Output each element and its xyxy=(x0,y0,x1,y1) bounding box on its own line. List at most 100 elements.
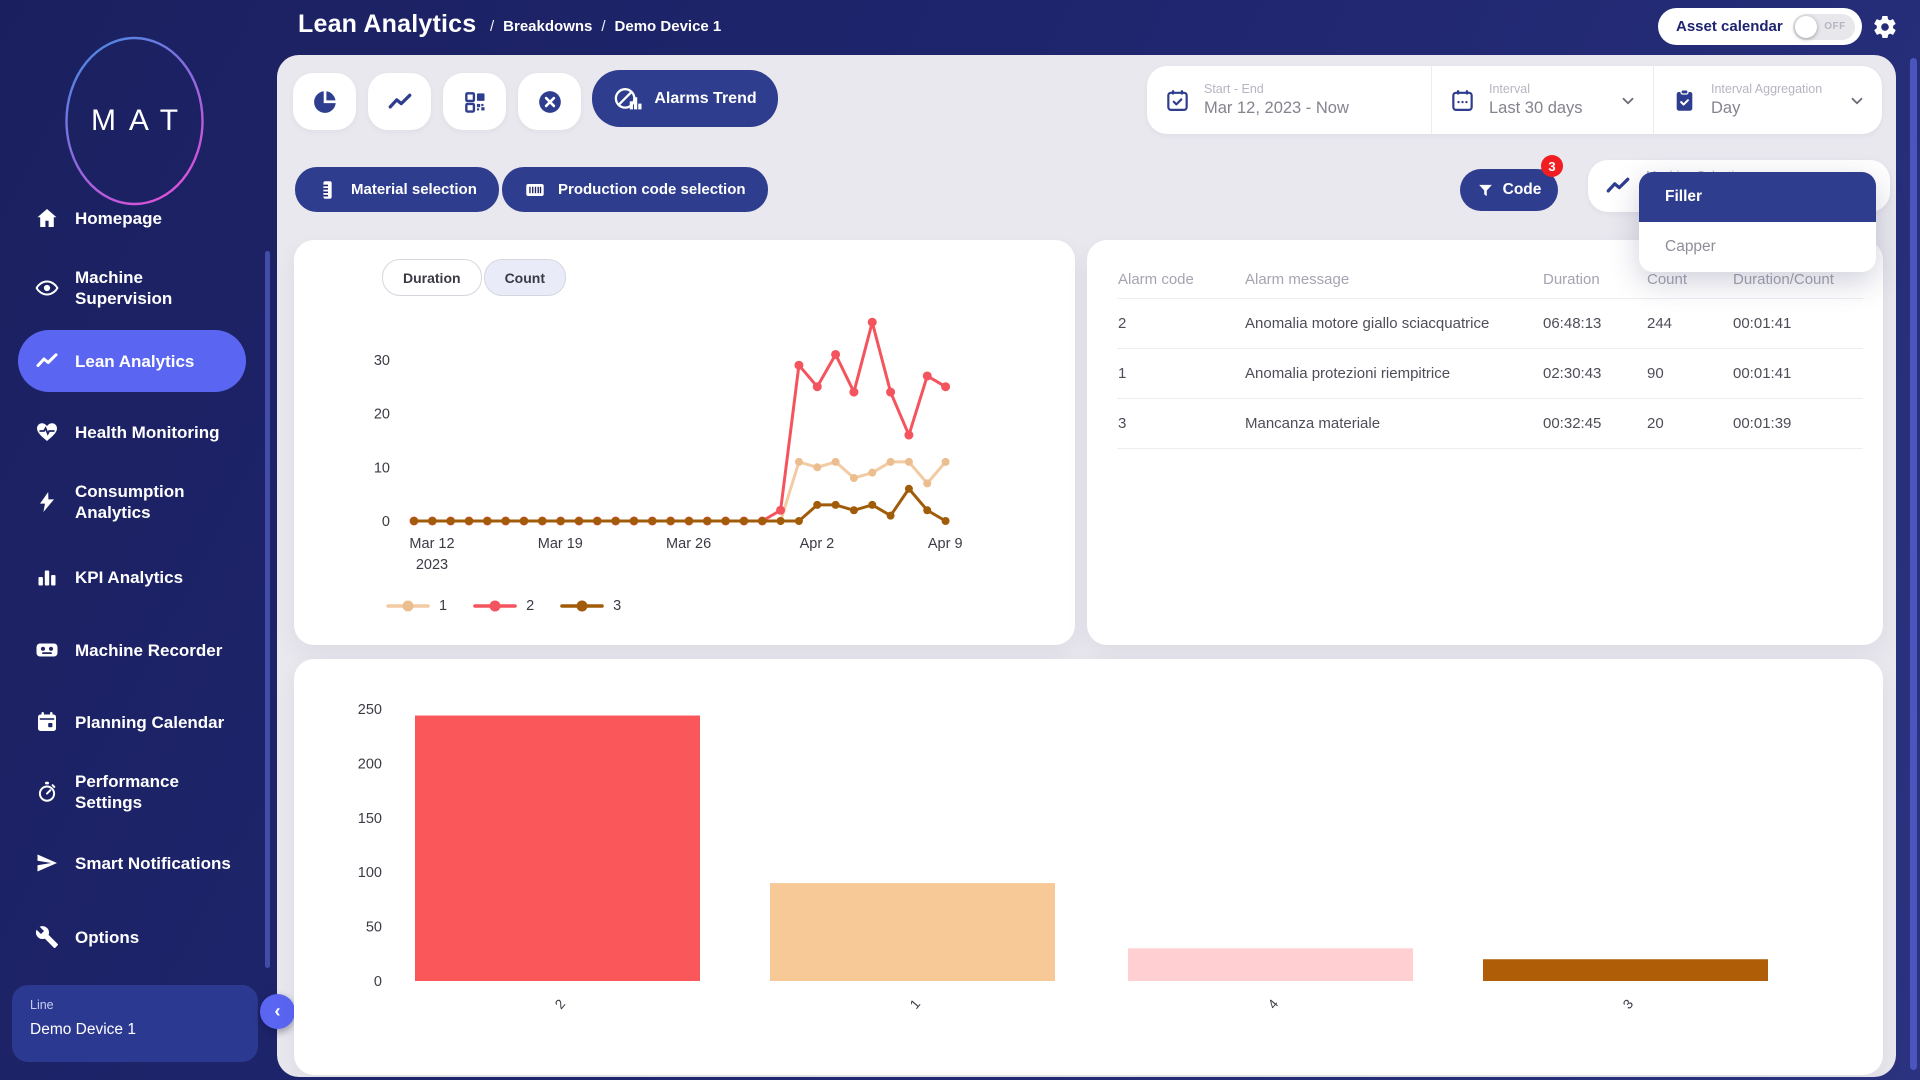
table-cell: 1 xyxy=(1117,349,1244,399)
table-cell: Mancanza materiale xyxy=(1244,399,1542,449)
pie-chart-view-button[interactable] xyxy=(293,73,356,130)
dropdown-option-filler[interactable]: Filler xyxy=(1639,172,1876,222)
sidebar-item-label: Machine Supervision xyxy=(75,267,233,309)
table-row: 3Mancanza materiale00:32:452000:01:39 xyxy=(1117,399,1863,449)
svg-text:2: 2 xyxy=(552,996,568,1011)
alarms-trend-button[interactable]: Alarms Trend xyxy=(592,70,778,127)
app-root: Lean Analytics / Breakdowns / Demo Devic… xyxy=(0,0,1920,1080)
toggle-state-label: OFF xyxy=(1824,21,1846,32)
interval-filter[interactable]: Interval Last 30 days xyxy=(1431,66,1653,134)
table-cell: Anomalia motore giallo sciacquatrice xyxy=(1244,299,1542,349)
sidebar-item-planning-calendar[interactable]: Planning Calendar xyxy=(18,691,246,753)
app-logo: MAT xyxy=(65,36,204,206)
gear-icon[interactable] xyxy=(1872,14,1898,40)
alarm-table: Alarm codeAlarm messageDurationCountDura… xyxy=(1117,260,1863,449)
table-cell: 244 xyxy=(1646,299,1732,349)
svg-text:Apr 2: Apr 2 xyxy=(800,536,835,552)
breadcrumb-item-device[interactable]: Demo Device 1 xyxy=(615,18,722,35)
legend-label: 1 xyxy=(439,598,447,614)
stopwatch-icon xyxy=(35,780,59,804)
button-label: Production code selection xyxy=(558,181,746,198)
sidebar-item-health-monitoring[interactable]: Health Monitoring xyxy=(18,410,246,454)
filter-label: Interval Aggregation xyxy=(1711,82,1822,96)
alarms-trend-chart-card: DurationCount 0102030Mar 122023Mar 19Mar… xyxy=(294,240,1075,645)
calendar-days-icon xyxy=(1450,88,1475,113)
sidebar-collapse-button[interactable]: ‹ xyxy=(260,994,295,1029)
production-code-selection-button[interactable]: Production code selection xyxy=(502,167,768,212)
svg-text:250: 250 xyxy=(358,702,382,718)
svg-text:150: 150 xyxy=(358,811,382,827)
sidebar-scrollbar[interactable] xyxy=(265,251,270,968)
sidebar-item-label: Smart Notifications xyxy=(75,853,233,874)
calendar-icon xyxy=(35,710,59,734)
dropdown-option-capper[interactable]: Capper xyxy=(1639,222,1876,272)
breadcrumb-item-breakdowns[interactable]: Breakdowns xyxy=(503,18,592,35)
sidebar-item-performance-settings[interactable]: Performance Settings xyxy=(18,761,246,823)
grid-view-button[interactable] xyxy=(443,73,506,130)
line-chart-view-button[interactable] xyxy=(368,73,431,130)
page-scrollbar[interactable] xyxy=(1910,58,1917,1070)
sidebar-item-kpi-analytics[interactable]: KPI Analytics xyxy=(18,555,246,599)
pie-chart-icon xyxy=(312,89,338,115)
table-header-alarm-message: Alarm message xyxy=(1244,260,1542,299)
sidebar-item-label: Machine Recorder xyxy=(75,640,233,661)
page-title: Lean Analytics xyxy=(298,10,476,39)
sidebar-item-machine-recorder[interactable]: Machine Recorder xyxy=(18,628,246,672)
start-end-filter[interactable]: Start - EndMar 12, 2023 - Now xyxy=(1147,66,1431,134)
legend-item-2[interactable]: 2 xyxy=(473,598,534,614)
tab-duration[interactable]: Duration xyxy=(382,259,482,296)
svg-text:20: 20 xyxy=(374,407,390,423)
alarm-count-bar-chart-card: 0501001502002502143 xyxy=(294,659,1883,1075)
material-selection-button[interactable]: Material selection xyxy=(295,167,499,212)
sidebar-item-smart-notifications[interactable]: Smart Notifications xyxy=(18,832,246,894)
machine-selection-dropdown: FillerCapper xyxy=(1639,172,1876,272)
sidebar-item-lean-analytics[interactable]: Lean Analytics xyxy=(18,330,246,392)
table-cell: Anomalia protezioni riempitrice xyxy=(1244,349,1542,399)
sidebar-item-options[interactable]: Options xyxy=(18,915,246,959)
asset-calendar-label: Asset calendar xyxy=(1676,18,1783,35)
table-cell: 06:48:13 xyxy=(1542,299,1646,349)
sidebar-item-consumption-analytics[interactable]: Consumption Analytics xyxy=(18,471,246,533)
asset-calendar-control: Asset calendar OFF xyxy=(1658,8,1862,45)
device-card: Line Demo Device 1 xyxy=(12,985,258,1062)
table-cell: 00:01:41 xyxy=(1732,349,1863,399)
table-cell: 20 xyxy=(1646,399,1732,449)
trend-icon xyxy=(35,349,59,373)
svg-text:200: 200 xyxy=(358,756,382,772)
table-cell: 00:01:39 xyxy=(1732,399,1863,449)
svg-text:100: 100 xyxy=(358,865,382,881)
svg-text:3: 3 xyxy=(1620,996,1636,1011)
filter-label: Interval xyxy=(1489,82,1583,96)
breadcrumb-separator: / xyxy=(601,18,605,35)
filter-value: Last 30 days xyxy=(1489,99,1583,118)
grid-icon xyxy=(462,89,488,115)
svg-text:Mar 12: Mar 12 xyxy=(409,536,454,552)
funnel-icon xyxy=(1477,182,1494,199)
asset-calendar-toggle[interactable]: OFF xyxy=(1793,14,1855,40)
table-cell: 90 xyxy=(1646,349,1732,399)
sidebar-item-label: Options xyxy=(75,927,233,948)
sidebar-item-label: Performance Settings xyxy=(75,771,233,813)
svg-text:0: 0 xyxy=(382,514,390,530)
svg-text:1: 1 xyxy=(907,996,923,1011)
bolt-icon xyxy=(35,490,59,514)
clipboard-check-icon xyxy=(1672,88,1697,113)
close-circle-view-button[interactable] xyxy=(518,73,581,130)
sidebar-item-label: Health Monitoring xyxy=(75,422,233,443)
logo-text: MAT xyxy=(65,36,204,206)
legend-item-3[interactable]: 3 xyxy=(560,598,621,614)
sidebar-item-homepage[interactable]: Homepage xyxy=(18,196,246,240)
sidebar-item-machine-supervision[interactable]: Machine Supervision xyxy=(18,257,246,319)
chart-mode-tabs: DurationCount xyxy=(382,259,568,296)
svg-text:50: 50 xyxy=(366,920,382,936)
material-icon xyxy=(317,179,339,201)
device-card-label: Line xyxy=(30,998,240,1012)
code-filter-button[interactable]: Code xyxy=(1460,169,1558,211)
table-header-alarm-code: Alarm code xyxy=(1117,260,1244,299)
svg-text:Mar 19: Mar 19 xyxy=(538,536,583,552)
interval-aggregation-filter[interactable]: Interval AggregationDay xyxy=(1653,66,1882,134)
filter-label: Start - End xyxy=(1204,82,1349,96)
tab-count[interactable]: Count xyxy=(484,259,566,296)
sidebar-item-label: KPI Analytics xyxy=(75,567,233,588)
legend-item-1[interactable]: 1 xyxy=(386,598,447,614)
